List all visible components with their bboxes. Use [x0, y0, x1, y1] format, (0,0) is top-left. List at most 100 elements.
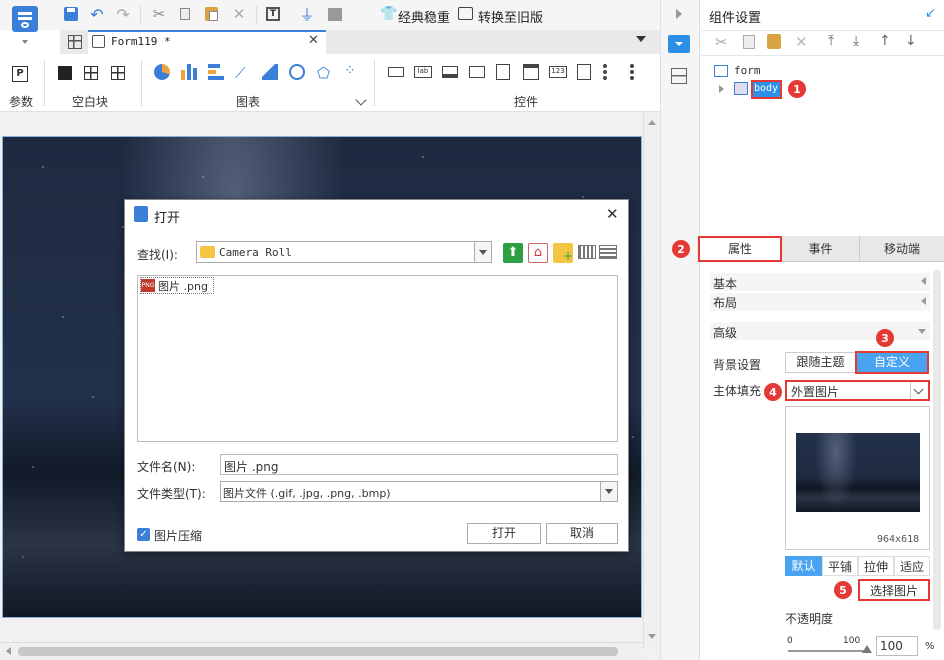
section-basic[interactable]: 基本: [710, 273, 930, 291]
select-image-button[interactable]: 选择图片: [858, 579, 930, 601]
list-view-icon[interactable]: [578, 245, 596, 259]
undo-icon[interactable]: ↶: [88, 5, 106, 24]
move-bottom-icon[interactable]: ⤓: [853, 33, 859, 49]
scroll-up-icon[interactable]: [648, 120, 656, 125]
tab-events[interactable]: 事件: [782, 236, 860, 262]
vertical-scrollbar[interactable]: [643, 112, 660, 648]
side-strip: [660, 0, 700, 660]
section-advanced[interactable]: 高级: [710, 322, 930, 340]
copy-icon[interactable]: [743, 35, 755, 49]
file-item-name: 图片 .png: [158, 280, 208, 293]
format-icon[interactable]: T: [264, 5, 282, 23]
blank-block-icon-3[interactable]: [111, 66, 125, 80]
move-top-icon[interactable]: ⤒: [828, 33, 834, 49]
pie-chart-icon[interactable]: [154, 64, 170, 80]
theme-icon[interactable]: 👕: [380, 6, 397, 22]
chevron-down-icon[interactable]: [479, 250, 487, 255]
filename-value: 图片 .png: [224, 460, 279, 474]
grid-icon[interactable]: [68, 35, 82, 49]
file-list[interactable]: [137, 275, 618, 442]
move-down-icon[interactable]: ↓: [905, 33, 917, 49]
open-button[interactable]: 打开: [467, 523, 541, 544]
ribbon-group-widget: 控件: [514, 95, 539, 109]
opacity-slider-handle[interactable]: [862, 645, 872, 653]
line-chart-icon[interactable]: ⟋: [235, 64, 246, 82]
layout-tab-icon[interactable]: [671, 68, 687, 84]
up-folder-icon[interactable]: ⬆: [503, 243, 523, 263]
dialog-close-icon[interactable]: ✕: [606, 205, 619, 223]
collapse-arrow-icon[interactable]: [676, 9, 682, 19]
widget-checkbox-icon[interactable]: [603, 64, 617, 80]
widget-date-icon[interactable]: [523, 64, 539, 80]
param-icon[interactable]: P: [12, 66, 28, 82]
section-layout[interactable]: 布局: [710, 293, 930, 311]
chevron-down-icon[interactable]: [22, 40, 28, 44]
tab-properties[interactable]: 属性: [698, 236, 782, 262]
hbar-chart-icon[interactable]: [208, 64, 224, 80]
close-tab-icon[interactable]: ✕: [308, 33, 319, 48]
gauge-chart-icon[interactable]: [289, 64, 305, 80]
bg-follow-theme-button[interactable]: 跟随主题: [785, 352, 856, 373]
opacity-slider-track[interactable]: [788, 650, 868, 652]
widget-radio-icon[interactable]: [630, 64, 644, 80]
mode-tile-button[interactable]: 平铺: [822, 556, 858, 576]
paste-icon[interactable]: [767, 34, 781, 49]
classic-theme-button[interactable]: 经典稳重: [398, 7, 450, 26]
mode-default-button[interactable]: 默认: [785, 556, 822, 576]
paste-icon[interactable]: [202, 5, 220, 23]
component-settings-tab-icon[interactable]: [668, 35, 690, 53]
cut-icon[interactable]: ✂: [150, 5, 168, 23]
widget-label-icon[interactable]: [388, 67, 404, 77]
widget-textarea-icon[interactable]: [577, 64, 591, 80]
cut-icon[interactable]: ✂: [715, 33, 728, 51]
save-icon[interactable]: [62, 5, 80, 23]
new-folder-icon[interactable]: +: [553, 243, 573, 263]
bar-chart-icon[interactable]: [181, 64, 197, 80]
blank-block-icon-1[interactable]: [58, 66, 72, 80]
area-chart-icon[interactable]: [262, 64, 278, 80]
redo-icon[interactable]: ↷: [114, 5, 132, 24]
switch-old-version-button[interactable]: 转换至旧版: [478, 7, 543, 26]
radar-chart-icon[interactable]: ⬠: [317, 64, 330, 82]
move-up-icon[interactable]: ↑: [879, 33, 891, 49]
compress-checkbox[interactable]: ✓: [137, 528, 150, 541]
scroll-down-icon[interactable]: [648, 634, 656, 639]
tree-expand-icon[interactable]: [719, 85, 724, 93]
filetype-label: 文件类型(T):: [137, 487, 206, 501]
widget-list-icon[interactable]: [496, 64, 510, 80]
ribbon-group-chart: 图表: [236, 95, 261, 109]
blank-block-icon-2[interactable]: [84, 66, 98, 80]
filetype-value: 图片文件 (.gif, .jpg, .png, .bmp): [223, 487, 391, 500]
scroll-left-icon[interactable]: [6, 647, 11, 655]
image-icon[interactable]: [326, 5, 344, 23]
opacity-unit: %: [925, 641, 935, 652]
widget-text-icon[interactable]: lab: [414, 66, 432, 78]
details-view-icon[interactable]: [599, 245, 617, 259]
widget-button-icon[interactable]: [442, 66, 458, 78]
widget-combo-icon[interactable]: [469, 66, 485, 78]
tab-menu-icon[interactable]: [636, 36, 646, 42]
tree-form[interactable]: form: [734, 64, 761, 77]
tab-mobile[interactable]: 移动端: [860, 236, 944, 262]
opacity-label: 不透明度: [785, 612, 834, 626]
plugin-icon[interactable]: ⏚: [298, 5, 316, 24]
delete-icon[interactable]: ✕: [230, 5, 248, 23]
tab-title: Form119 *: [111, 35, 171, 48]
bg-custom-button[interactable]: 自定义: [855, 351, 929, 374]
copy-icon[interactable]: [176, 5, 194, 23]
mode-stretch-button[interactable]: 拉伸: [858, 556, 894, 576]
scatter-chart-icon[interactable]: ⁘: [344, 63, 356, 79]
home-icon[interactable]: ⌂: [528, 243, 548, 263]
switch-icon[interactable]: [458, 7, 473, 20]
delete-icon[interactable]: ✕: [795, 33, 808, 51]
chevron-down-icon[interactable]: [605, 489, 613, 494]
filename-input[interactable]: [220, 454, 618, 475]
cancel-button[interactable]: 取消: [546, 523, 618, 544]
expand-icon[interactable]: ↙: [925, 6, 936, 21]
app-logo-icon[interactable]: [12, 6, 38, 32]
mode-fit-button[interactable]: 适应: [894, 556, 930, 576]
panel-scrollbar[interactable]: [933, 270, 941, 630]
horizontal-scroll-thumb[interactable]: [18, 647, 618, 656]
badge-2: 2: [672, 240, 690, 258]
widget-number-icon[interactable]: 123: [549, 66, 567, 78]
